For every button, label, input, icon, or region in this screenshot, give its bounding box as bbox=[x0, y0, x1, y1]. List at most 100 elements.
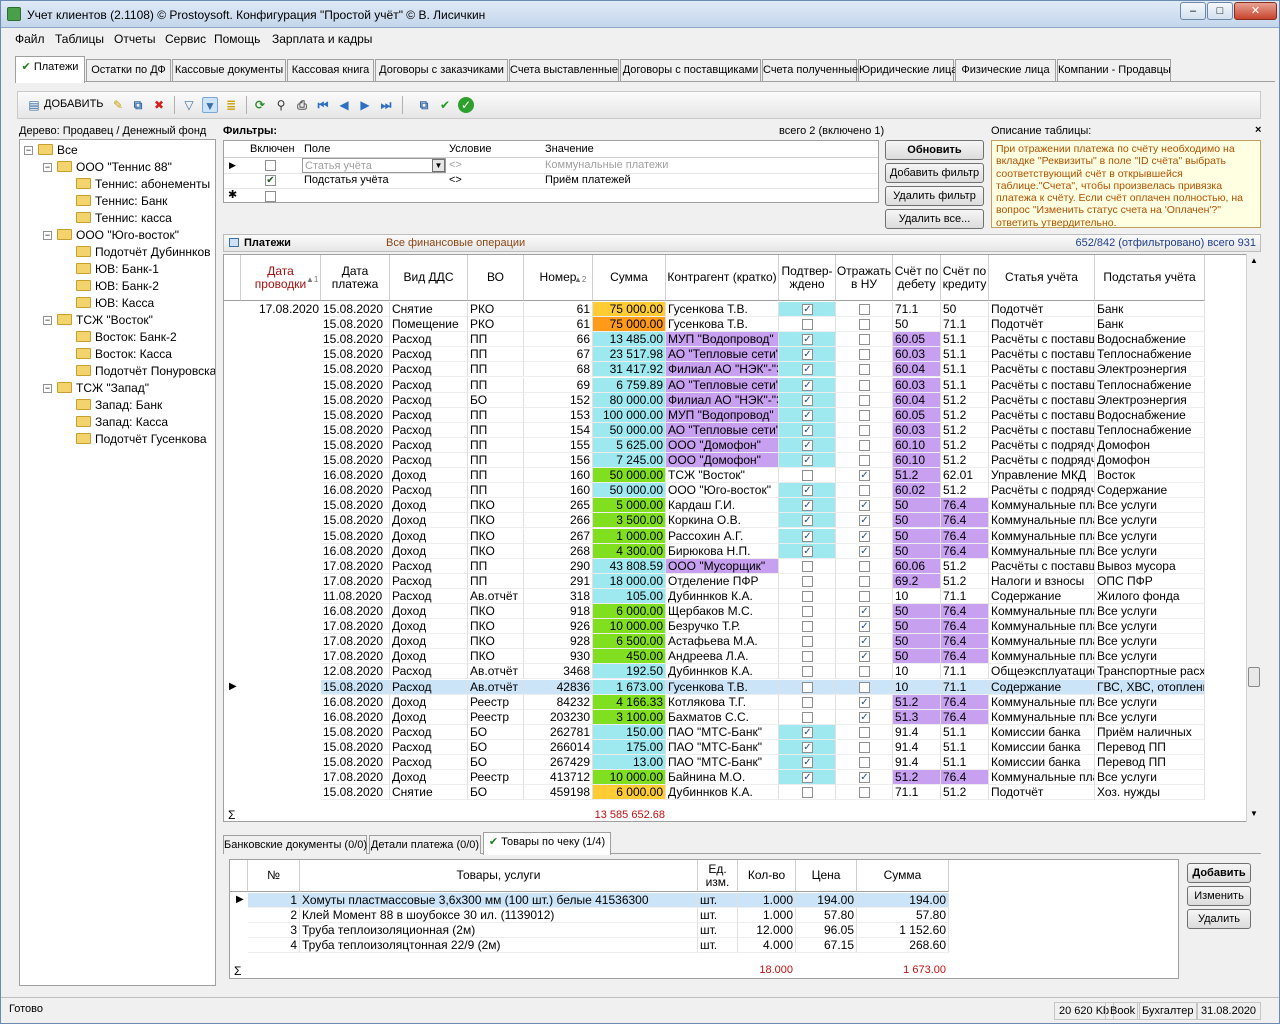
grid-cell[interactable]: 15.08.2020 bbox=[321, 739, 390, 755]
confirm-checkbox[interactable] bbox=[802, 621, 813, 633]
tree-node[interactable]: ООО "Теннис 88" bbox=[57, 159, 172, 175]
confirm-checkbox[interactable]: ✓ bbox=[859, 470, 870, 482]
tree-node[interactable]: Восток: Банк-2 bbox=[76, 329, 177, 345]
col-confirmed[interactable]: Подтвер-ждено bbox=[779, 255, 836, 301]
grid-cell[interactable]: Расход bbox=[390, 588, 468, 604]
tab-bank-documents[interactable]: Банковские документы (0/0) bbox=[223, 835, 367, 854]
grid-cell[interactable]: 6 759.89 bbox=[593, 377, 666, 393]
grid-cell[interactable]: 15.08.2020 bbox=[321, 785, 390, 801]
grid-cell[interactable]: Коммунальные пла bbox=[989, 649, 1095, 665]
table-row[interactable]: 17.08.2020 Доход ПКО 930 450.00 Андреева Л.А.… bbox=[224, 649, 1224, 665]
menu-payroll[interactable]: Зарплата и кадры bbox=[272, 32, 372, 46]
grid-cell[interactable]: Расход bbox=[390, 453, 468, 468]
checkbox-cell[interactable]: ✓ bbox=[779, 528, 836, 544]
filter-enabled-checkbox[interactable]: ✔ bbox=[265, 175, 276, 186]
grid-cell[interactable]: Перевод ПП bbox=[1095, 739, 1205, 755]
grid-cell[interactable]: АО "Тепловые сети" bbox=[666, 422, 779, 438]
confirm-checkbox[interactable] bbox=[859, 409, 870, 421]
tab-supplier-contracts[interactable]: Договоры с поставщиками bbox=[620, 59, 761, 81]
checkbox-cell[interactable] bbox=[779, 604, 836, 619]
grid-cell[interactable]: 16.08.2020 bbox=[321, 468, 390, 484]
tree-node[interactable]: Восток: Касса bbox=[76, 346, 172, 362]
duplicate-icon[interactable]: ⧉ bbox=[416, 97, 432, 113]
table-row[interactable]: 15.08.2020 Расход БО 152 80 000.00 Филиал АО … bbox=[224, 392, 1224, 408]
grid-cell[interactable]: 50 bbox=[893, 513, 941, 529]
confirm-checkbox[interactable] bbox=[859, 394, 870, 406]
menu-file[interactable]: Файл bbox=[15, 32, 45, 46]
checkbox-cell[interactable] bbox=[836, 739, 893, 755]
grid-cell[interactable]: 91.4 bbox=[893, 755, 941, 770]
grid-cell[interactable]: Труба теплоизоляционная (2м) bbox=[300, 923, 698, 939]
grid-cell[interactable]: ПКО bbox=[468, 528, 524, 544]
table-row[interactable]: 17.08.2020 Доход ПКО 926 10 000.00 Безручко Т… bbox=[224, 619, 1224, 635]
filter-field[interactable]: Подстатья учёта bbox=[304, 173, 389, 188]
grid-cell[interactable]: Астафьева М.А. bbox=[666, 634, 779, 650]
grid-cell[interactable]: Все услуги bbox=[1095, 694, 1205, 710]
grid-cell[interactable]: Комиссии банка bbox=[989, 755, 1095, 770]
grid-cell[interactable]: Содержание bbox=[989, 679, 1095, 695]
tab-legal-entities[interactable]: Юридические лица bbox=[858, 59, 957, 81]
grid-cell[interactable]: 15.08.2020 bbox=[321, 437, 390, 453]
grid-cell[interactable]: РКО bbox=[468, 302, 524, 317]
grid-cell[interactable]: Водоснабжение bbox=[1095, 407, 1205, 423]
grid-cell[interactable]: 262781 bbox=[524, 724, 593, 740]
checkbox-cell[interactable]: ✓ bbox=[779, 483, 836, 499]
tree-node[interactable]: ООО "Юго-восток" bbox=[57, 227, 179, 243]
maximize-button[interactable]: □ bbox=[1207, 2, 1233, 20]
edit-goods-button[interactable]: Изменить bbox=[1187, 886, 1251, 906]
grid-cell[interactable]: 268 bbox=[524, 543, 593, 559]
confirm-checkbox[interactable]: ✓ bbox=[859, 606, 870, 617]
grid-cell[interactable]: Домофон bbox=[1095, 437, 1205, 453]
grid-cell[interactable]: Расход bbox=[390, 392, 468, 408]
grid-cell[interactable]: ПАО "МТС-Банк" bbox=[666, 739, 779, 755]
grid-cell[interactable]: Теплоснабжение bbox=[1095, 422, 1205, 438]
grid-cell[interactable]: Ав.отчёт bbox=[468, 664, 524, 680]
confirm-checkbox[interactable]: ✓ bbox=[859, 545, 870, 557]
grid-cell[interactable]: 50 000.00 bbox=[593, 468, 666, 484]
grid-cell[interactable]: Помещение bbox=[390, 317, 468, 333]
table-row[interactable]: ▶ 15.08.2020 Расход Ав.отчёт 42836 1 673.00 Гу… bbox=[224, 679, 1224, 695]
checkbox-cell[interactable]: ✓ bbox=[836, 528, 893, 544]
grid-cell[interactable]: Дубиннков К.А. bbox=[666, 664, 779, 680]
grid-cell[interactable]: 1 000.00 bbox=[593, 528, 666, 544]
col-cashflow-type[interactable]: Вид ДДС bbox=[390, 255, 468, 301]
grid-cell[interactable]: 71.1 bbox=[941, 679, 989, 695]
grid-cell[interactable]: 203230 bbox=[524, 709, 593, 725]
grid-cell[interactable]: ПАО "МТС-Банк" bbox=[666, 755, 779, 770]
table-row[interactable]: 15.08.2020 Доход ПКО 266 3 500.00 Коркина О.В… bbox=[224, 513, 1224, 529]
grid-cell[interactable]: 51.2 bbox=[941, 483, 989, 499]
grid-cell[interactable]: 5 625.00 bbox=[593, 437, 666, 453]
grid-cell[interactable]: 13.00 bbox=[593, 755, 666, 770]
grid-cell[interactable]: 50 000.00 bbox=[593, 483, 666, 499]
grid-cell[interactable]: 17.08.2020 bbox=[321, 770, 390, 786]
confirm-checkbox[interactable]: ✓ bbox=[859, 530, 870, 542]
add-goods-button[interactable]: Добавить bbox=[1187, 863, 1251, 883]
grid-cell[interactable]: ПП bbox=[468, 468, 524, 484]
grid-cell[interactable]: 76.4 bbox=[941, 619, 989, 635]
grid-cell[interactable]: АО "Тепловые сети" bbox=[666, 377, 779, 393]
grid-cell[interactable]: Доход bbox=[390, 619, 468, 635]
grid-cell[interactable]: 10 bbox=[893, 679, 941, 695]
grid-cell[interactable]: 67.15 bbox=[796, 938, 857, 954]
grid-cell[interactable]: шт. bbox=[698, 938, 738, 954]
title-bar[interactable]: Учет клиентов (2.1108) © Prostoysoft. Ко… bbox=[1, 1, 1279, 28]
confirm-checkbox[interactable] bbox=[802, 636, 813, 648]
checkbox-cell[interactable]: ✓ bbox=[779, 407, 836, 423]
checkbox-cell[interactable]: ✓ bbox=[836, 498, 893, 514]
grid-cell[interactable]: Бирюкова Н.П. bbox=[666, 543, 779, 559]
grid-cell[interactable]: 12.08.2020 bbox=[321, 664, 390, 680]
grid-cell[interactable]: ПП bbox=[468, 347, 524, 363]
filter-value[interactable]: Коммунальные платежи bbox=[545, 158, 668, 173]
grid-cell[interactable]: 15.08.2020 bbox=[321, 302, 390, 317]
checkbox-cell[interactable] bbox=[779, 558, 836, 574]
grid-cell[interactable]: 50 bbox=[941, 302, 989, 317]
grid-cell[interactable]: Расход bbox=[390, 377, 468, 393]
grid-cell[interactable]: 60.03 bbox=[893, 347, 941, 363]
checkbox-cell[interactable]: ✓ bbox=[836, 709, 893, 725]
grid-cell[interactable]: Рассохин А.Г. bbox=[666, 528, 779, 544]
grid-cell[interactable]: 60.10 bbox=[893, 453, 941, 468]
grid-cell[interactable]: 96.05 bbox=[796, 923, 857, 939]
grid-cell[interactable]: РКО bbox=[468, 317, 524, 333]
confirm-checkbox[interactable] bbox=[802, 575, 813, 587]
grid-cell[interactable]: 43 808.59 bbox=[593, 558, 666, 574]
